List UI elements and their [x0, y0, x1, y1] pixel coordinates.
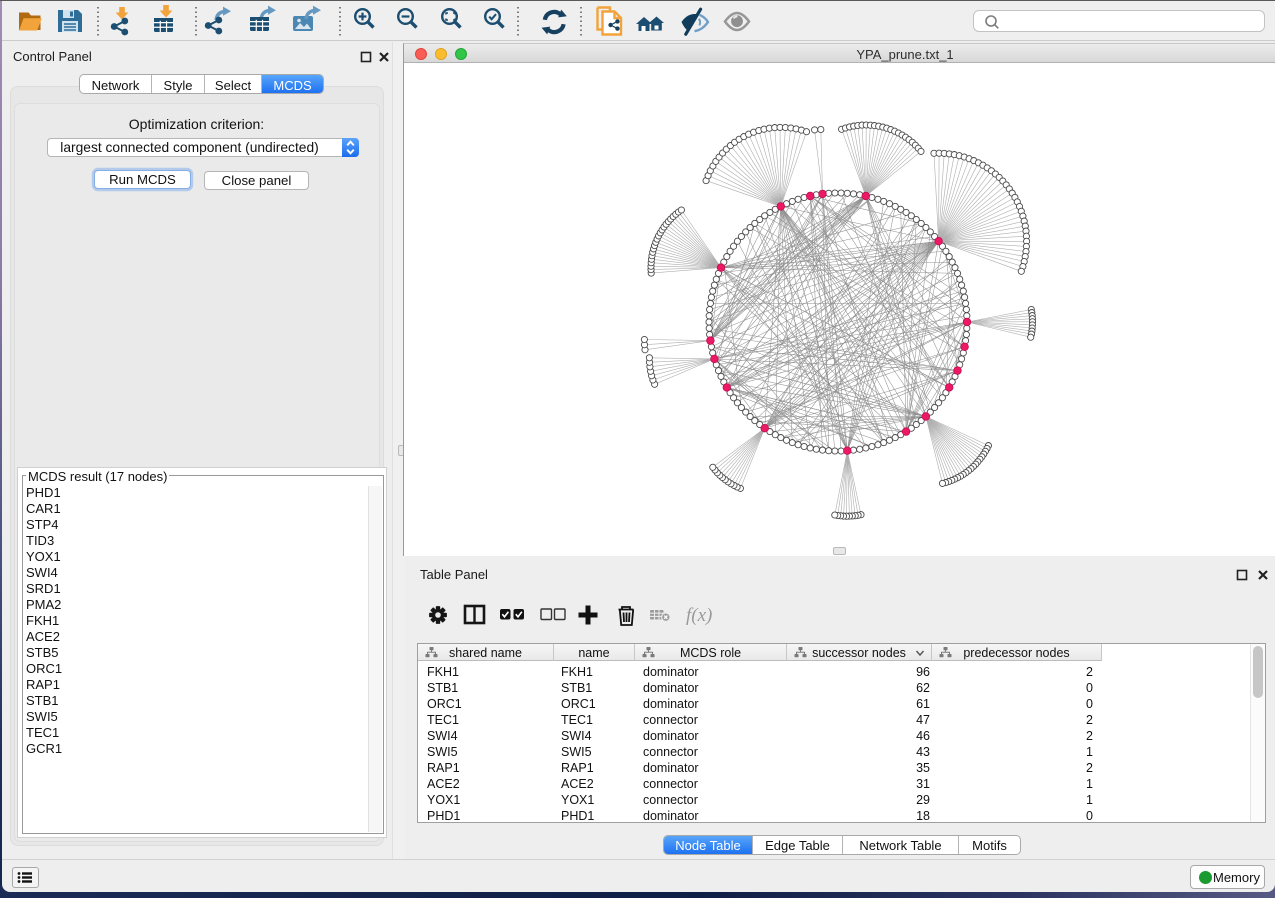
svg-text:f(x): f(x): [686, 605, 712, 626]
